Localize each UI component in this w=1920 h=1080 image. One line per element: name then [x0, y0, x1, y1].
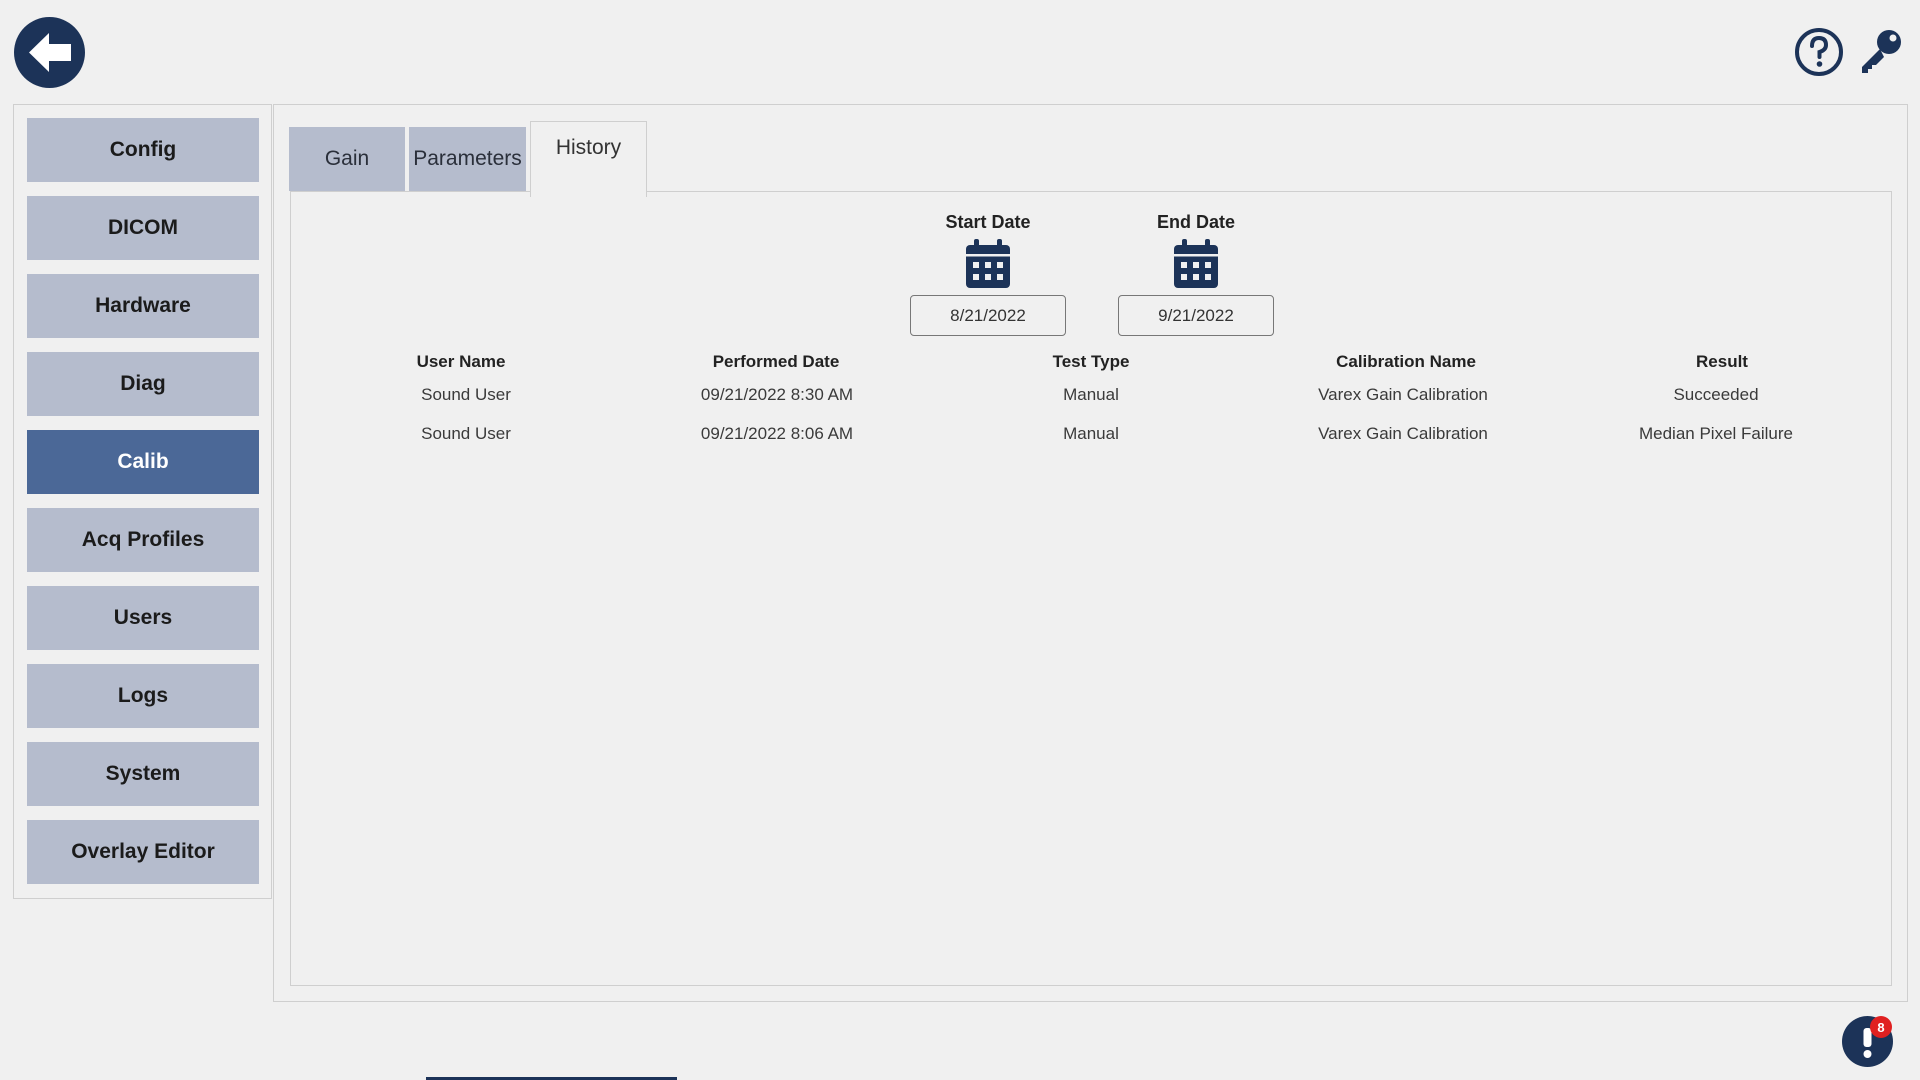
cell-test-type: Manual: [1063, 424, 1119, 443]
sidebar-item-hardware[interactable]: Hardware: [27, 274, 259, 338]
column-header-user-name[interactable]: User Name: [301, 352, 621, 372]
tab-label: Gain: [324, 147, 370, 170]
cell-calibration-name: Varex Gain Calibration: [1318, 424, 1488, 443]
sidebar-item-diag[interactable]: Diag: [27, 352, 259, 416]
sidebar-item-config[interactable]: Config: [27, 118, 259, 182]
sidebar-item-label: DICOM: [108, 216, 178, 239]
tab-history[interactable]: History: [530, 121, 647, 197]
sidebar-item-label: Hardware: [95, 294, 191, 317]
main-content: Gain Parameters History Start Date End D…: [273, 104, 1908, 1002]
end-date-group: End Date: [1117, 212, 1275, 336]
start-date-label: Start Date: [945, 212, 1031, 232]
cell-result: Median Pixel Failure: [1638, 424, 1793, 443]
end-date-label: End Date: [1156, 212, 1235, 232]
key-icon[interactable]: [1856, 27, 1906, 77]
sidebar-item-label: Calib: [117, 450, 169, 473]
calendar-icon[interactable]: [964, 238, 1012, 290]
cell-calibration-name: Varex Gain Calibration: [1318, 385, 1488, 404]
sidebar-item-label: Acq Profiles: [81, 528, 205, 551]
cell-user-name: Sound User: [421, 424, 511, 443]
back-arrow-icon: [29, 33, 71, 72]
sidebar-item-label: Config: [109, 138, 177, 161]
column-header-calibration-name[interactable]: Calibration Name: [1246, 352, 1566, 372]
tab-label: Parameters: [413, 147, 522, 170]
sidebar-item-system[interactable]: System: [27, 742, 259, 806]
tab-label: History: [555, 136, 622, 159]
table-header: User Name Performed Date Test Type Calib…: [291, 352, 1891, 385]
column-header-test-type[interactable]: Test Type: [931, 352, 1251, 372]
end-date-field[interactable]: [1118, 295, 1274, 336]
cell-performed-date: 09/21/2022 8:30 AM: [700, 385, 854, 404]
calendar-icon[interactable]: [1172, 238, 1220, 290]
cell-user-name: Sound User: [421, 385, 511, 404]
history-panel: Start Date End Date: [290, 191, 1892, 986]
start-date-group: Start Date: [909, 212, 1067, 336]
header-actions: [1794, 27, 1906, 77]
cell-test-type: Manual: [1063, 385, 1119, 404]
sidebar-item-label: System: [105, 762, 181, 785]
table-row[interactable]: Sound User 09/21/2022 8:30 AM Manual Var…: [291, 385, 1891, 424]
sidebar-item-users[interactable]: Users: [27, 586, 259, 650]
sidebar: Config DICOM Hardware Diag Calib Acq Pro…: [13, 104, 272, 899]
sidebar-item-label: Overlay Editor: [71, 840, 215, 863]
start-date-field[interactable]: [910, 295, 1066, 336]
sidebar-item-label: Users: [113, 606, 173, 629]
sidebar-item-label: Logs: [117, 684, 169, 707]
help-circle-icon[interactable]: [1794, 27, 1844, 77]
column-header-performed-date[interactable]: Performed Date: [616, 352, 936, 372]
column-header-result[interactable]: Result: [1562, 352, 1882, 372]
tab-parameters[interactable]: Parameters: [409, 127, 526, 191]
alert-count-badge: 8: [1870, 1016, 1892, 1038]
table-row[interactable]: Sound User 09/21/2022 8:06 AM Manual Var…: [291, 424, 1891, 463]
back-button[interactable]: [14, 17, 85, 88]
sidebar-item-calib[interactable]: Calib: [27, 430, 259, 494]
sidebar-item-dicom[interactable]: DICOM: [27, 196, 259, 260]
cell-result: Succeeded: [1673, 385, 1759, 404]
tab-gain[interactable]: Gain: [289, 127, 405, 191]
sidebar-item-logs[interactable]: Logs: [27, 664, 259, 728]
sidebar-item-label: Diag: [120, 372, 166, 395]
cell-performed-date: 09/21/2022 8:06 AM: [700, 424, 854, 443]
history-table: User Name Performed Date Test Type Calib…: [291, 352, 1891, 463]
sidebar-item-overlay-editor[interactable]: Overlay Editor: [27, 820, 259, 884]
sidebar-item-acq-profiles[interactable]: Acq Profiles: [27, 508, 259, 572]
